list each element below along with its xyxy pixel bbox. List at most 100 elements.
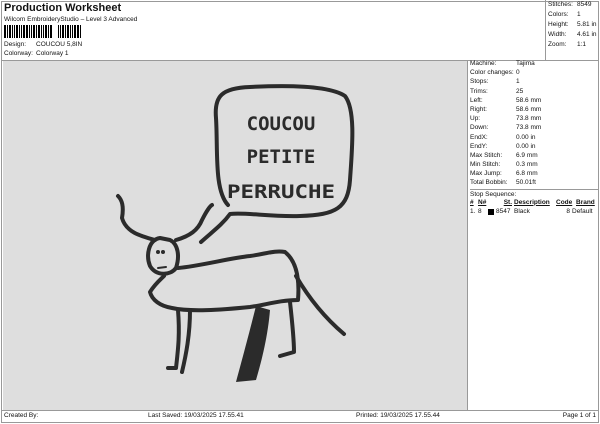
info-value: 58.6 mm <box>516 96 542 104</box>
info-value: 50.01ft <box>516 179 536 187</box>
printed-date: Printed: 19/03/2025 17.55.44 <box>356 412 440 419</box>
info-label: Max Stitch: <box>470 151 503 159</box>
eye <box>161 250 165 254</box>
barcode-bar <box>31 25 32 38</box>
page-number: Page 1 of 1 <box>562 412 596 419</box>
back-leg <box>278 300 296 358</box>
machine-info-row: Trims: 25 <box>470 88 599 97</box>
barcode-bar <box>19 25 20 38</box>
design-row: Design: COUCOU 5,8IN <box>4 41 82 48</box>
design-text-line: PERRUCHE <box>227 181 335 203</box>
barcode-bar <box>26 25 28 38</box>
info-label: Left: <box>470 96 483 104</box>
barcode-bar <box>36 25 37 38</box>
info-label: Trims: <box>470 87 488 95</box>
info-label: Color changes: <box>470 69 514 77</box>
divider <box>1 410 599 411</box>
info-value: 0 <box>516 69 520 77</box>
design-text-line: COUCOU <box>247 113 316 135</box>
machine-info-row: Left: 58.6 mm <box>470 97 599 106</box>
creature-head <box>146 236 180 276</box>
info-label: Down: <box>470 124 489 132</box>
color-swatch <box>488 208 494 215</box>
stat-value: 5.81 in <box>577 21 597 28</box>
machine-info-row: Max Jump: 6.8 mm <box>470 170 599 179</box>
info-label: Stops: <box>470 78 489 86</box>
barcode-bar <box>45 25 47 38</box>
design-stats: Stitches: 8549 Colors: 1 Height: 5.81 in Wi… <box>545 0 600 60</box>
barcode-bar <box>65 25 66 38</box>
design-label: Design: <box>4 41 27 48</box>
info-value: 0.00 in <box>516 142 536 150</box>
barcode-bar <box>58 25 59 38</box>
info-value: 73.8 mm <box>516 115 542 123</box>
col-header: # <box>470 198 474 206</box>
machine-info-row: Stops: 1 <box>470 78 599 87</box>
needle-number: 8 <box>478 207 482 215</box>
barcode-bar <box>12 25 13 38</box>
info-value: 1 <box>516 78 520 86</box>
info-label: Total Bobbin: <box>470 179 508 187</box>
info-value: Tajima <box>516 60 535 67</box>
barcode-bar <box>72 25 73 38</box>
software-name: Wilcom EmbroideryStudio – Level 3 Advanc… <box>4 16 138 23</box>
machine-info-row: Color changes: 0 <box>470 69 599 78</box>
info-label: Right: <box>470 105 487 113</box>
barcode-bar <box>16 25 18 38</box>
page-title: Production Worksheet <box>4 2 122 14</box>
barcode-bar <box>43 25 44 38</box>
eye <box>156 250 160 254</box>
design-preview: COUCOU PETITE PERRUCHE <box>3 61 468 410</box>
info-label: EndY: <box>470 142 488 150</box>
machine-info-row: Down: 73.8 mm <box>470 124 599 133</box>
stop-sequence-header: # N# St. Description Code Brand <box>470 199 599 208</box>
barcode-bar <box>14 25 15 38</box>
barcode <box>4 25 81 38</box>
col-header: Brand <box>576 198 595 206</box>
info-label: Up: <box>470 115 481 123</box>
machine-info-row: EndY: 0.00 in <box>470 143 599 152</box>
barcode-bar <box>50 25 52 38</box>
back-leg-thick <box>236 306 270 382</box>
color-description: Black <box>514 207 530 215</box>
stat-label: Stitches: <box>548 1 573 8</box>
stat-label: Width: <box>548 31 567 38</box>
stop-sequence-row: 1. 8 8547 Black 8 Default <box>470 208 599 217</box>
colorway-label: Colorway: <box>4 50 33 57</box>
barcode-bar <box>33 25 35 38</box>
machine-info-row: Total Bobbin: 50.01ft <box>470 179 599 188</box>
thread-brand: Default <box>572 207 593 215</box>
info-value: 6.8 mm <box>516 170 538 178</box>
design-text-line: PETITE <box>247 146 316 168</box>
info-value: 0.00 in <box>516 133 536 141</box>
barcode-bar <box>80 25 81 38</box>
colorway-value: Colorway 1 <box>36 50 69 57</box>
stat-value: 8549 <box>577 1 592 8</box>
stat-value: 1 <box>577 11 581 18</box>
col-header: St. <box>503 198 512 206</box>
info-label: Max Jump: <box>470 170 502 178</box>
barcode-bar <box>48 25 49 38</box>
stat-label: Colors: <box>548 11 569 18</box>
machine-info-row: Up: 73.8 mm <box>470 115 599 124</box>
created-by: Created By: <box>4 412 39 419</box>
stitch-count: 8547 <box>496 207 511 215</box>
info-value: 58.6 mm <box>516 105 542 113</box>
stat-value: 4.61 in <box>577 31 597 38</box>
barcode-bar <box>21 25 22 38</box>
info-value: 25 <box>516 87 524 95</box>
col-header: Description <box>514 198 550 206</box>
info-value: 73.8 mm <box>516 124 542 132</box>
footer: Created By: Last Saved: 19/03/2025 17.55… <box>3 412 597 422</box>
mouth <box>157 266 167 269</box>
barcode-bar <box>4 25 6 38</box>
barcode-bar <box>60 25 61 38</box>
info-label: Min Stitch: <box>470 161 501 169</box>
machine-info-row: EndX: 0.00 in <box>470 134 599 143</box>
col-header: Code <box>556 198 573 206</box>
design-value: COUCOU 5,8IN <box>36 41 83 48</box>
stat-label: Zoom: <box>548 41 567 48</box>
barcode-bar <box>74 25 76 38</box>
barcode-bar <box>29 25 30 38</box>
barcode-bar <box>70 25 71 38</box>
